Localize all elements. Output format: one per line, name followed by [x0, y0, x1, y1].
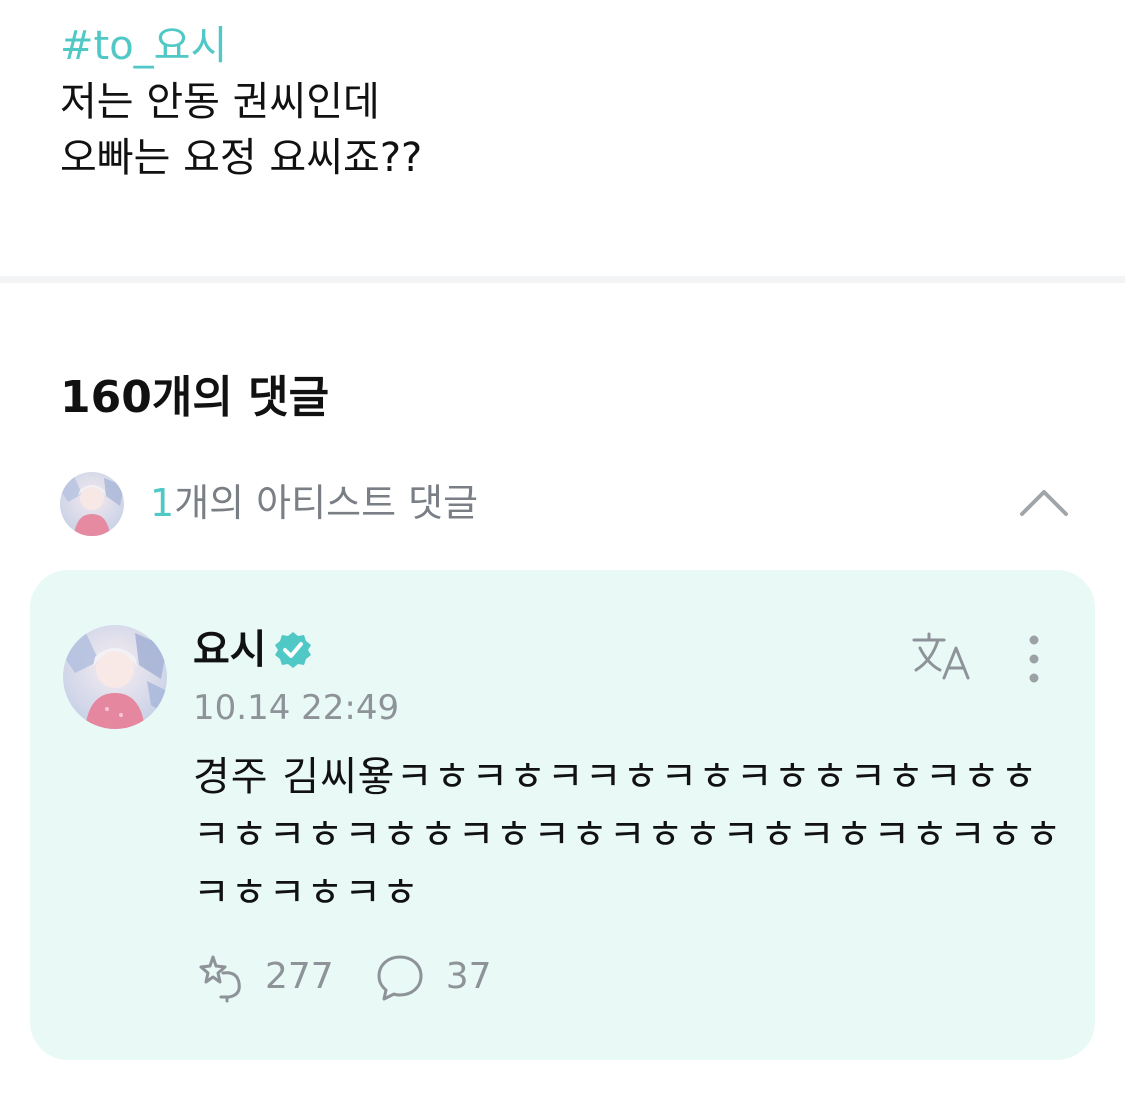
comment-actions: 277 37 [193, 950, 532, 1004]
artist-comments-text: 개의 아티스트 댓글 [174, 481, 479, 525]
post-text-line-1: 저는 안동 권씨인데 [60, 79, 380, 125]
section-divider [0, 276, 1125, 283]
artist-comments-label: 1개의 아티스트 댓글 [150, 476, 478, 530]
like-count: 277 [265, 956, 334, 997]
like-button[interactable]: 277 [193, 951, 334, 1003]
post-text-line-2: 오빠는 요정 요씨죠?? [60, 135, 423, 181]
post-content: #to_요시 저는 안동 권씨인데 오빠는 요정 요씨죠?? [60, 18, 1060, 186]
comment-author: 요시 [193, 624, 313, 676]
author-name[interactable]: 요시 [193, 624, 267, 676]
comment-timestamp: 10.14 22:49 [193, 688, 400, 728]
artist-comments-count: 1 [150, 481, 175, 525]
artist-comment-card: 요시 10.14 22:49 경주 김씨욯ㅋㅎㅋㅎㅋㅋㅎㅋㅎㅋㅎㅎㅋㅎㅋㅎㅎㅋㅎ… [30, 570, 1095, 1060]
post-hashtag[interactable]: #to_요시 [60, 18, 1060, 74]
author-avatar[interactable] [63, 625, 167, 729]
more-vertical-icon[interactable] [1022, 634, 1046, 684]
artist-comments-toggle[interactable]: 1개의 아티스트 댓글 [60, 468, 1070, 538]
reply-count: 37 [445, 956, 492, 997]
speech-bubble-icon [377, 955, 423, 1001]
translate-icon[interactable] [910, 630, 972, 682]
comments-count-title: 160개의 댓글 [60, 372, 330, 423]
like-sparkle-icon [199, 955, 241, 1003]
comment-text: 경주 김씨욯ㅋㅎㅋㅎㅋㅋㅎㅋㅎㅋㅎㅎㅋㅎㅋㅎㅎㅋㅎㅋㅎㅋㅎㅎㅋㅎㅋㅎㅋㅎㅎㅋㅎㅋ… [193, 754, 1063, 916]
artist-avatar-small [60, 472, 124, 536]
chevron-up-icon[interactable] [1018, 484, 1070, 520]
verified-badge-icon [274, 632, 311, 668]
reply-button[interactable]: 37 [374, 951, 492, 1003]
